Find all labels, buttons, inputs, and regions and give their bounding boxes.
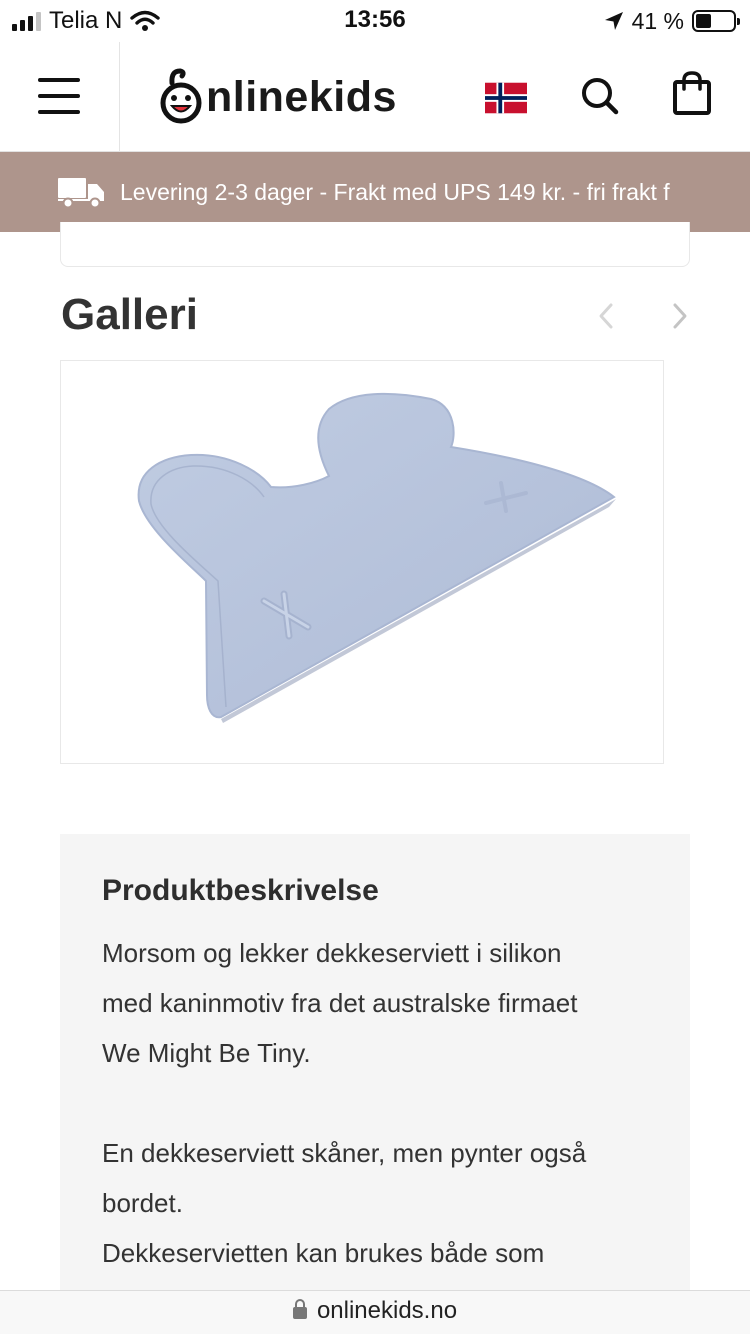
url-domain: onlinekids.no [316, 1297, 458, 1324]
gallery-image[interactable] [60, 360, 664, 764]
delivery-banner-text: Levering 2-3 dager - Frakt med UPS 149 k… [120, 179, 670, 205]
site-header: nlinekids [0, 42, 750, 152]
shopping-bag-icon [673, 71, 711, 115]
site-logo[interactable]: nlinekids [158, 64, 397, 130]
search-icon [582, 78, 619, 115]
url-display[interactable]: onlinekids.no [0, 1297, 750, 1325]
gallery-next-button[interactable] [666, 298, 694, 334]
browser-url-bar[interactable]: onlinekids.no [0, 1290, 750, 1334]
description-line: bordet. [102, 1188, 183, 1218]
description-line: En dekkeserviett skåner, men pynter også [102, 1138, 587, 1168]
status-bar: Telia N 13:56 41 % [0, 0, 750, 42]
gallery-title: Galleri [61, 290, 198, 339]
product-description-text: Morsom og lekker dekkeserviett i silikon… [102, 928, 648, 1278]
cart-button[interactable] [672, 70, 712, 116]
battery-icon [692, 10, 740, 32]
menu-button[interactable] [38, 78, 80, 114]
description-line: Morsom og lekker dekkeserviett i silikon [102, 938, 562, 968]
norway-flag-icon [485, 82, 527, 114]
language-selector[interactable] [485, 82, 527, 114]
product-description: Produktbeskrivelse Morsom og lekker dekk… [60, 834, 690, 1304]
search-button[interactable] [578, 74, 622, 118]
placemat-image [137, 392, 616, 723]
location-arrow-icon [604, 12, 623, 30]
chevron-left-icon [599, 303, 613, 329]
description-line: We Might Be Tiny. [102, 1038, 311, 1068]
chevron-right-icon [673, 303, 687, 329]
delivery-banner: Levering 2-3 dager - Frakt med UPS 149 k… [0, 152, 750, 232]
battery-percent: 41 % [631, 7, 684, 34]
logo-face-icon [160, 68, 202, 124]
status-right: 41 % [604, 6, 740, 36]
lock-icon [292, 1299, 307, 1319]
gallery-prev-button[interactable] [592, 298, 620, 334]
truck-icon [58, 178, 104, 208]
product-description-title: Produktbeskrivelse [102, 874, 379, 907]
description-line: Dekkeservietten kan brukes både som [102, 1238, 545, 1268]
header-divider [119, 42, 120, 152]
description-line: med kaninmotiv fra det australske firmae… [102, 988, 578, 1018]
previous-card-edge [60, 222, 690, 267]
logo-text: nlinekids [206, 72, 397, 121]
